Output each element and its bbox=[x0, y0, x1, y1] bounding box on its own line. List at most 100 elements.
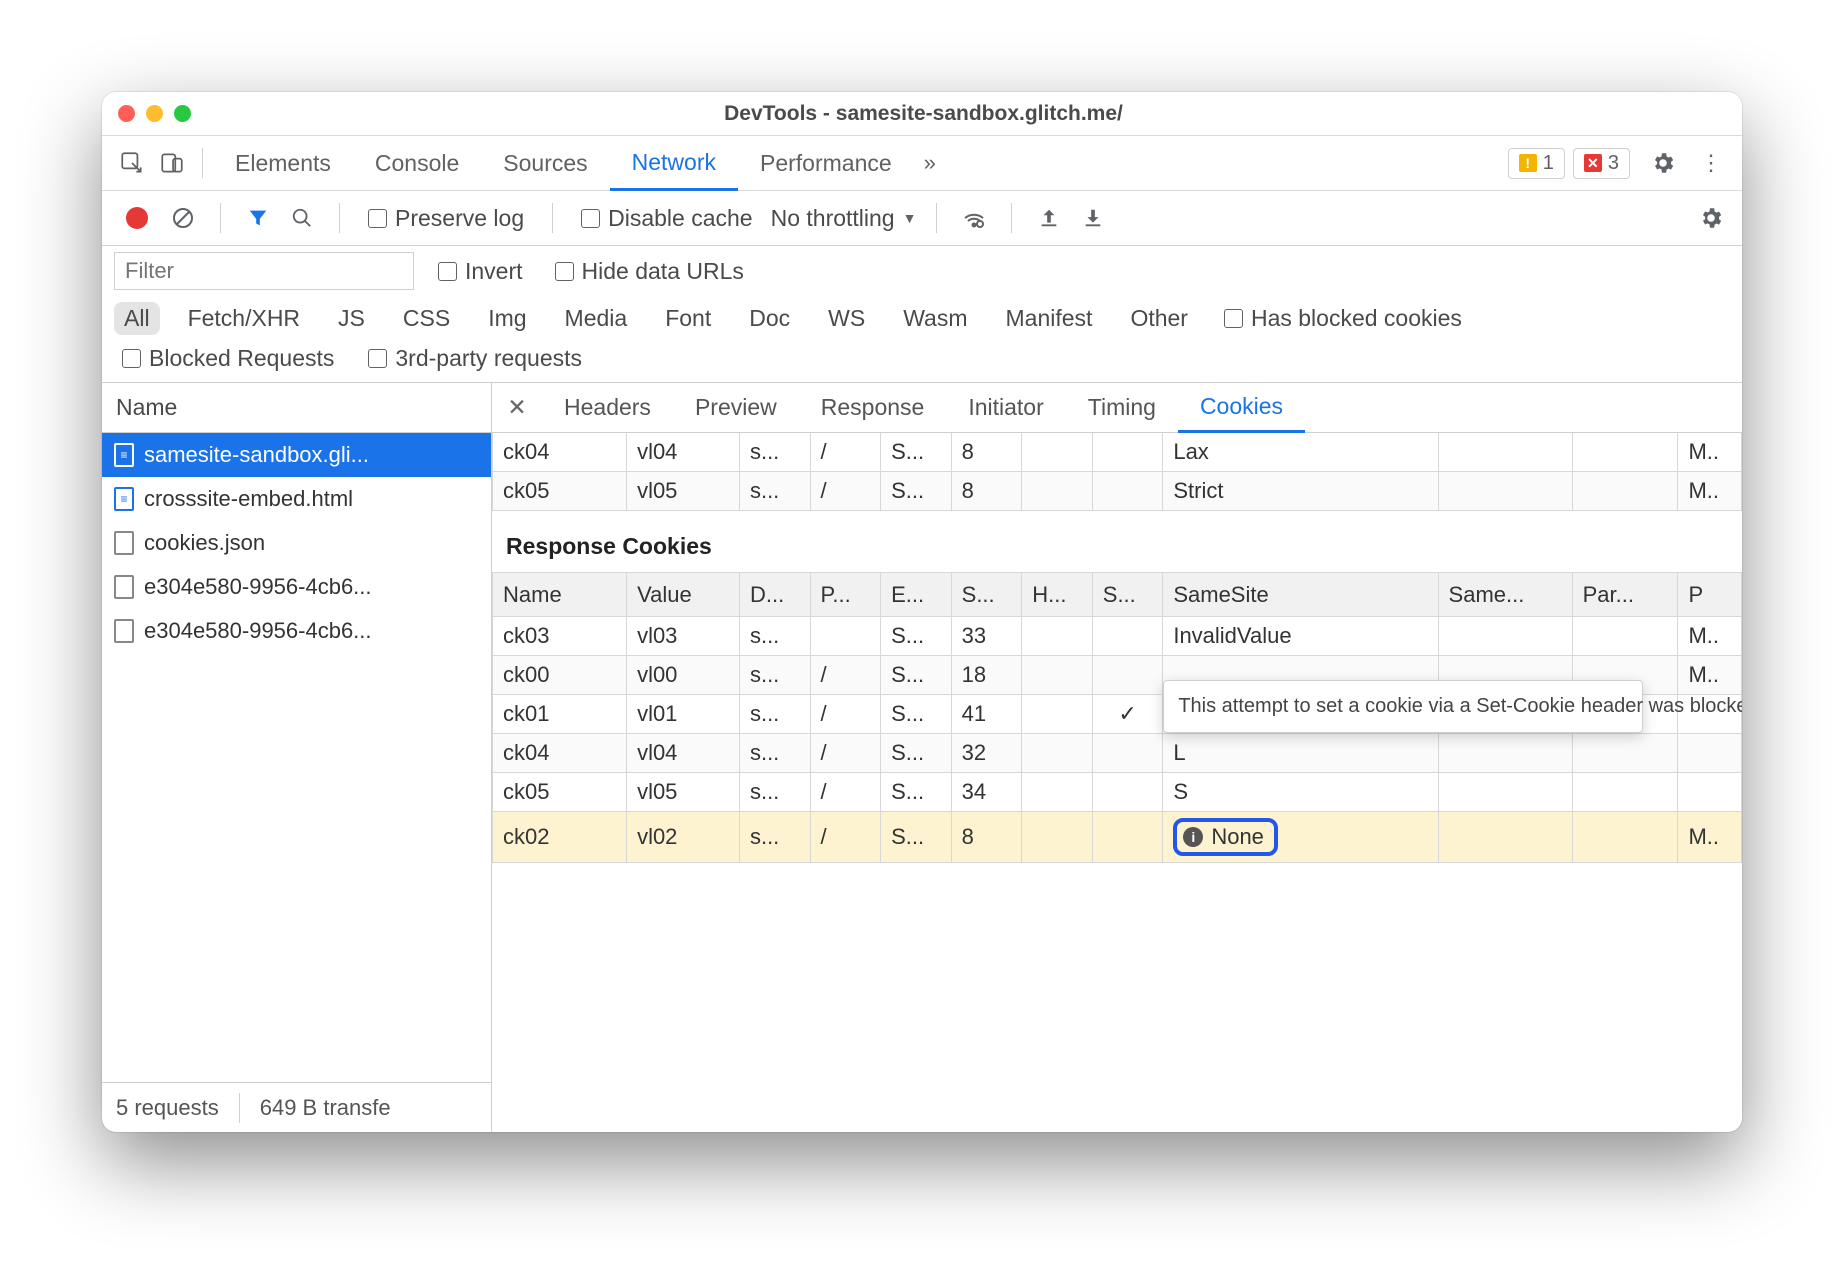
filter-icon[interactable] bbox=[241, 201, 275, 235]
column-header[interactable]: H... bbox=[1022, 573, 1093, 617]
type-filter-ws[interactable]: WS bbox=[818, 302, 875, 335]
detail-tab-initiator[interactable]: Initiator bbox=[946, 383, 1065, 433]
document-icon: ≡ bbox=[114, 443, 134, 467]
column-header[interactable]: Value bbox=[627, 573, 740, 617]
disable-cache-checkbox[interactable]: Disable cache bbox=[581, 205, 752, 232]
download-har-icon[interactable] bbox=[1076, 201, 1110, 235]
detail-tab-preview[interactable]: Preview bbox=[673, 383, 799, 433]
close-icon[interactable] bbox=[118, 105, 135, 122]
cookies-panel: ck04vl04s.../S...8LaxM..ck05vl05s.../S..… bbox=[492, 433, 1742, 1132]
settings-icon[interactable] bbox=[1648, 148, 1678, 178]
table-row[interactable]: ck03vl03s...S...33InvalidValueM.. bbox=[493, 617, 1742, 656]
tab-network[interactable]: Network bbox=[610, 136, 738, 191]
more-panels-icon[interactable]: » bbox=[914, 150, 946, 176]
info-icon: i bbox=[1183, 827, 1203, 847]
table-row[interactable]: ck04vl04s.../S...32L bbox=[493, 734, 1742, 773]
has-blocked-cookies-checkbox[interactable]: Has blocked cookies bbox=[1224, 305, 1462, 332]
table-row[interactable]: ck05vl05s.../S...8StrictM.. bbox=[493, 472, 1742, 511]
column-header[interactable]: E... bbox=[881, 573, 952, 617]
inspect-icon[interactable] bbox=[112, 143, 152, 183]
preserve-log-checkbox[interactable]: Preserve log bbox=[368, 205, 524, 232]
detail-pane: ✕ HeadersPreviewResponseInitiatorTimingC… bbox=[492, 383, 1742, 1132]
network-settings-icon[interactable] bbox=[1696, 203, 1726, 233]
type-filter-media[interactable]: Media bbox=[555, 302, 638, 335]
panel-tabs: ElementsConsoleSourcesNetworkPerformance… bbox=[102, 136, 1742, 191]
response-cookies-table: NameValueD...P...E...S...H...S...SameSit… bbox=[492, 572, 1742, 863]
tab-sources[interactable]: Sources bbox=[481, 136, 609, 191]
request-row[interactable]: cookies.json bbox=[102, 521, 491, 565]
request-name: cookies.json bbox=[144, 530, 265, 556]
response-cookies-title: Response Cookies bbox=[492, 511, 1742, 572]
upload-har-icon[interactable] bbox=[1032, 201, 1066, 235]
error-badge[interactable]: ✕ 3 bbox=[1573, 148, 1630, 179]
type-filter-js[interactable]: JS bbox=[328, 302, 375, 335]
type-filter-wasm[interactable]: Wasm bbox=[893, 302, 977, 335]
tab-performance[interactable]: Performance bbox=[738, 136, 914, 191]
column-header[interactable]: SameSite bbox=[1163, 573, 1438, 617]
device-toggle-icon[interactable] bbox=[152, 143, 192, 183]
tab-elements[interactable]: Elements bbox=[213, 136, 353, 191]
request-list-footer: 5 requests 649 B transfe bbox=[102, 1082, 491, 1132]
type-filter-fetch-xhr[interactable]: Fetch/XHR bbox=[178, 302, 310, 335]
request-row[interactable]: e304e580-9956-4cb6... bbox=[102, 609, 491, 653]
type-filter-css[interactable]: CSS bbox=[393, 302, 460, 335]
type-filter-font[interactable]: Font bbox=[655, 302, 721, 335]
zoom-icon[interactable] bbox=[174, 105, 191, 122]
detail-tab-headers[interactable]: Headers bbox=[542, 383, 673, 433]
network-toolbar: Preserve log Disable cache No throttling… bbox=[102, 191, 1742, 246]
type-filter-all[interactable]: All bbox=[114, 302, 160, 335]
request-list-pane: Name ≡samesite-sandbox.gli...≡crosssite-… bbox=[102, 383, 492, 1132]
table-row[interactable]: ck05vl05s.../S...34S bbox=[493, 773, 1742, 812]
column-header[interactable]: P bbox=[1678, 573, 1742, 617]
column-header[interactable]: Name bbox=[493, 573, 627, 617]
table-row[interactable]: ck02vl02s.../S...8iNoneThis attempt to s… bbox=[493, 812, 1742, 863]
filter-input[interactable] bbox=[114, 252, 414, 290]
request-name: crosssite-embed.html bbox=[144, 486, 353, 512]
column-header[interactable]: Par... bbox=[1572, 573, 1678, 617]
window-title: DevTools - samesite-sandbox.glitch.me/ bbox=[191, 102, 1656, 126]
type-filter-doc[interactable]: Doc bbox=[739, 302, 800, 335]
request-row[interactable]: ≡ crosssite-embed.html bbox=[102, 477, 491, 521]
record-icon[interactable] bbox=[126, 207, 148, 229]
network-conditions-icon[interactable] bbox=[957, 201, 991, 235]
detail-tab-response[interactable]: Response bbox=[799, 383, 947, 433]
detail-tab-cookies[interactable]: Cookies bbox=[1178, 383, 1305, 433]
transfer-size: 649 B transfe bbox=[260, 1095, 391, 1121]
hide-data-urls-checkbox[interactable]: Hide data URLs bbox=[555, 258, 744, 285]
error-count: 3 bbox=[1608, 152, 1619, 175]
warning-badge[interactable]: ! 1 bbox=[1508, 148, 1565, 179]
request-list-header[interactable]: Name bbox=[102, 383, 491, 433]
type-filter-img[interactable]: Img bbox=[478, 302, 536, 335]
blocked-requests-checkbox[interactable]: Blocked Requests bbox=[122, 345, 334, 372]
main-split: Name ≡samesite-sandbox.gli...≡crosssite-… bbox=[102, 383, 1742, 1132]
file-icon bbox=[114, 575, 134, 599]
third-party-requests-checkbox[interactable]: 3rd-party requests bbox=[368, 345, 582, 372]
type-filters: All Fetch/XHR JS CSS Img Media Font Doc WS Wasm Ma… bbox=[102, 296, 1742, 341]
request-row[interactable]: ≡samesite-sandbox.gli... bbox=[102, 433, 491, 477]
document-icon: ≡ bbox=[114, 487, 134, 511]
dropdown-icon: ▼ bbox=[903, 210, 917, 226]
clear-icon[interactable] bbox=[166, 201, 200, 235]
request-row[interactable]: e304e580-9956-4cb6... bbox=[102, 565, 491, 609]
column-header[interactable]: P... bbox=[810, 573, 881, 617]
column-header[interactable]: Same... bbox=[1438, 573, 1572, 617]
invert-checkbox[interactable]: Invert bbox=[438, 258, 523, 285]
request-list: ≡samesite-sandbox.gli...≡crosssite-embed… bbox=[102, 433, 491, 1082]
column-header[interactable]: S... bbox=[951, 573, 1022, 617]
tooltip: This attempt to set a cookie via a Set-C… bbox=[1163, 680, 1643, 733]
throttling-select[interactable]: No throttling ▼ bbox=[771, 205, 917, 232]
samesite-highlight[interactable]: iNone bbox=[1173, 818, 1278, 856]
request-name: e304e580-9956-4cb6... bbox=[144, 574, 372, 600]
type-filter-other[interactable]: Other bbox=[1120, 302, 1198, 335]
search-icon[interactable] bbox=[285, 201, 319, 235]
tab-console[interactable]: Console bbox=[353, 136, 481, 191]
type-filter-manifest[interactable]: Manifest bbox=[996, 302, 1103, 335]
column-header[interactable]: D... bbox=[739, 573, 810, 617]
minimize-icon[interactable] bbox=[146, 105, 163, 122]
close-detail-icon[interactable]: ✕ bbox=[492, 394, 542, 421]
samesite-cell: iNoneThis attempt to set a cookie via a … bbox=[1163, 812, 1438, 863]
kebab-menu-icon[interactable]: ⋮ bbox=[1696, 148, 1726, 178]
table-row[interactable]: ck04vl04s.../S...8LaxM.. bbox=[493, 433, 1742, 472]
column-header[interactable]: S... bbox=[1092, 573, 1163, 617]
detail-tab-timing[interactable]: Timing bbox=[1066, 383, 1178, 433]
